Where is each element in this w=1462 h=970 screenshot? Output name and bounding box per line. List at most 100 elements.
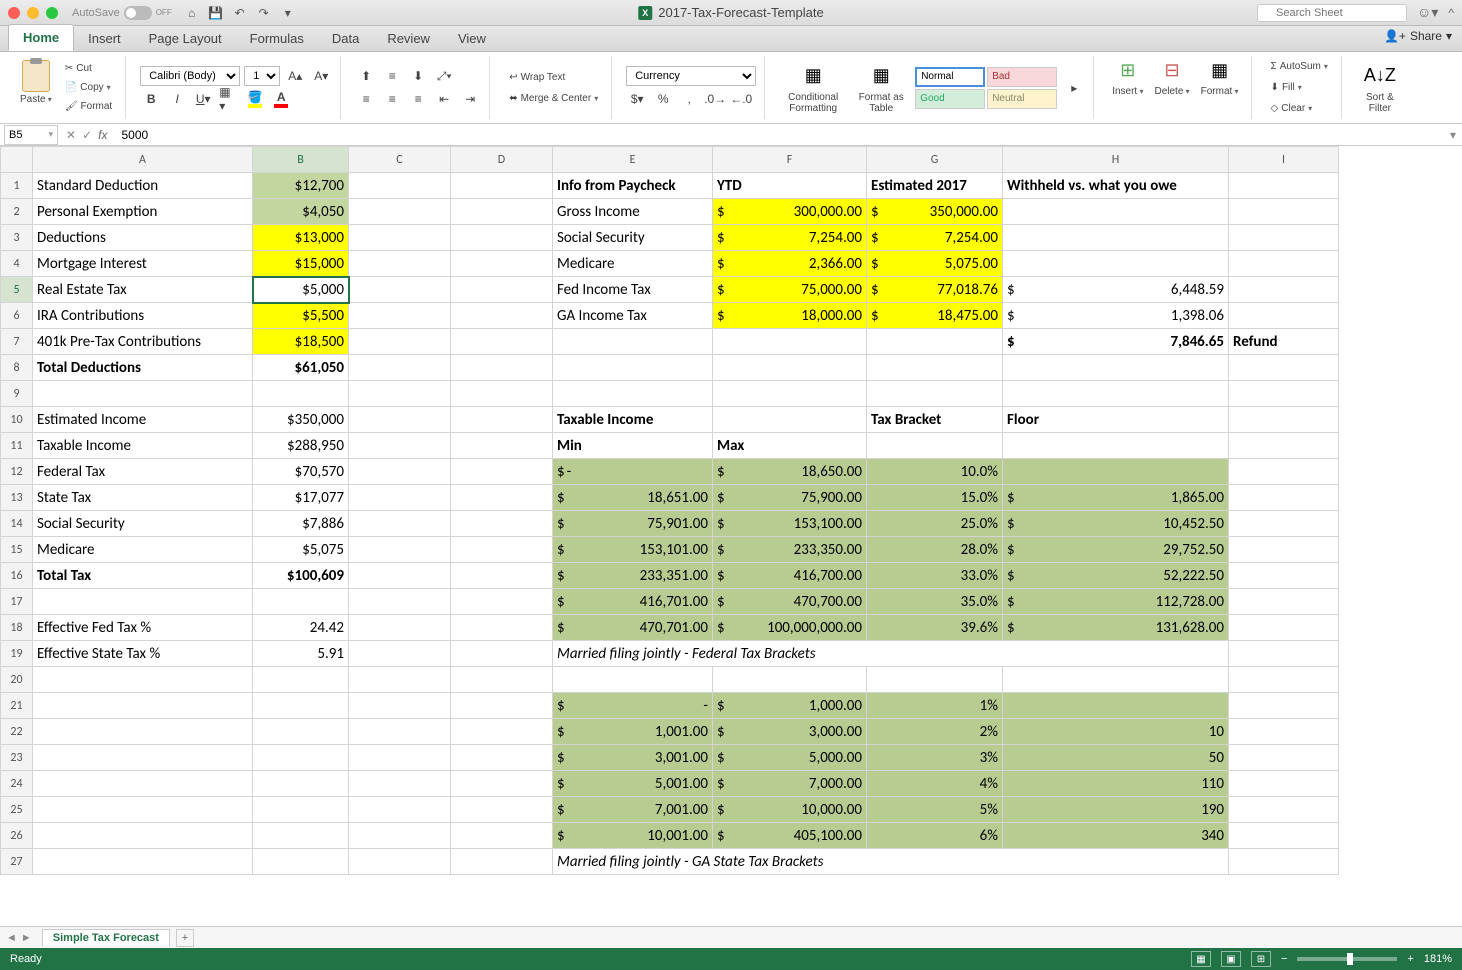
- paste-button[interactable]: Paste: [16, 60, 56, 116]
- row-header-15[interactable]: 15: [1, 537, 33, 563]
- cell-B18[interactable]: 24.42: [253, 615, 349, 641]
- cell-D13[interactable]: [451, 485, 553, 511]
- cell-A14[interactable]: Social Security: [33, 511, 253, 537]
- cell-A20[interactable]: [33, 667, 253, 693]
- cell-F2[interactable]: 300,000.00: [713, 199, 867, 225]
- cell-C17[interactable]: [349, 589, 451, 615]
- row-header-6[interactable]: 6: [1, 303, 33, 329]
- cell-A26[interactable]: [33, 823, 253, 849]
- cell-H3[interactable]: [1003, 225, 1229, 251]
- col-header-E[interactable]: E: [553, 147, 713, 173]
- row-header-13[interactable]: 13: [1, 485, 33, 511]
- close-icon[interactable]: [8, 7, 20, 19]
- fill-color-icon[interactable]: 🪣: [244, 89, 266, 109]
- col-header-I[interactable]: I: [1229, 147, 1339, 173]
- cell-C26[interactable]: [349, 823, 451, 849]
- cell-A9[interactable]: [33, 381, 253, 407]
- cell-C16[interactable]: [349, 563, 451, 589]
- format-painter-button[interactable]: 🖌 Format: [60, 98, 117, 116]
- align-left-icon[interactable]: ≡: [355, 89, 377, 109]
- conditional-formatting-button[interactable]: ▦Conditional Formatting: [779, 62, 847, 114]
- cell-G26[interactable]: 6%: [867, 823, 1003, 849]
- cell-H21[interactable]: [1003, 693, 1229, 719]
- cell-B24[interactable]: [253, 771, 349, 797]
- cell-F4[interactable]: 2,366.00: [713, 251, 867, 277]
- cell-C8[interactable]: [349, 355, 451, 381]
- qat-more-icon[interactable]: ▾: [280, 5, 296, 21]
- cell-F23[interactable]: 5,000.00: [713, 745, 867, 771]
- ribbon-collapse-icon[interactable]: ^: [1448, 6, 1454, 20]
- cell-F7[interactable]: [713, 329, 867, 355]
- cell-E21[interactable]: -: [553, 693, 713, 719]
- cell-A19[interactable]: Effective State Tax %: [33, 641, 253, 667]
- cell-C15[interactable]: [349, 537, 451, 563]
- cell-I14[interactable]: [1229, 511, 1339, 537]
- increase-decimal-icon[interactable]: .0→: [704, 89, 726, 109]
- cell-F12[interactable]: 18,650.00: [713, 459, 867, 485]
- cell-E23[interactable]: 3,001.00: [553, 745, 713, 771]
- font-color-icon[interactable]: A: [270, 89, 292, 109]
- cell-I22[interactable]: [1229, 719, 1339, 745]
- row-header-7[interactable]: 7: [1, 329, 33, 355]
- cell-C25[interactable]: [349, 797, 451, 823]
- style-bad[interactable]: Bad: [987, 67, 1057, 87]
- cell-E12[interactable]: -: [553, 459, 713, 485]
- row-header-12[interactable]: 12: [1, 459, 33, 485]
- cell-F25[interactable]: 10,000.00: [713, 797, 867, 823]
- cell-H26[interactable]: 340: [1003, 823, 1229, 849]
- zoom-slider[interactable]: [1297, 957, 1397, 961]
- cell-E2[interactable]: Gross Income: [553, 199, 713, 225]
- percent-format-icon[interactable]: %: [652, 89, 674, 109]
- cell-F17[interactable]: 470,700.00: [713, 589, 867, 615]
- decrease-indent-icon[interactable]: ⇤: [433, 89, 455, 109]
- redo-icon[interactable]: ↷: [256, 5, 272, 21]
- merge-center-button[interactable]: ⬌ Merge & Center: [504, 89, 603, 107]
- cell-E14[interactable]: 75,901.00: [553, 511, 713, 537]
- cell-I13[interactable]: [1229, 485, 1339, 511]
- minimize-icon[interactable]: [27, 7, 39, 19]
- underline-icon[interactable]: U ▾: [192, 89, 214, 109]
- row-header-8[interactable]: 8: [1, 355, 33, 381]
- align-right-icon[interactable]: ≡: [407, 89, 429, 109]
- cell-C21[interactable]: [349, 693, 451, 719]
- cell-H17[interactable]: 112,728.00: [1003, 589, 1229, 615]
- cell-A18[interactable]: Effective Fed Tax %: [33, 615, 253, 641]
- cell-B13[interactable]: $17,077: [253, 485, 349, 511]
- cell-B17[interactable]: [253, 589, 349, 615]
- cell-F21[interactable]: 1,000.00: [713, 693, 867, 719]
- cell-C2[interactable]: [349, 199, 451, 225]
- worksheet-area[interactable]: ABCDEFGHI1Standard Deduction$12,700Info …: [0, 146, 1462, 926]
- decrease-decimal-icon[interactable]: ←.0: [730, 89, 752, 109]
- spreadsheet-grid[interactable]: ABCDEFGHI1Standard Deduction$12,700Info …: [0, 146, 1339, 875]
- cell-I12[interactable]: [1229, 459, 1339, 485]
- cell-E15[interactable]: 153,101.00: [553, 537, 713, 563]
- zoom-level[interactable]: 181%: [1424, 953, 1452, 965]
- cell-G12[interactable]: 10.0%: [867, 459, 1003, 485]
- cell-H4[interactable]: [1003, 251, 1229, 277]
- row-header-25[interactable]: 25: [1, 797, 33, 823]
- cell-D19[interactable]: [451, 641, 553, 667]
- formula-input[interactable]: [115, 128, 1444, 142]
- cell-B10[interactable]: $350,000: [253, 407, 349, 433]
- cell-C12[interactable]: [349, 459, 451, 485]
- cell-B27[interactable]: [253, 849, 349, 875]
- cell-H18[interactable]: 131,628.00: [1003, 615, 1229, 641]
- cell-D25[interactable]: [451, 797, 553, 823]
- cell-C9[interactable]: [349, 381, 451, 407]
- cell-D23[interactable]: [451, 745, 553, 771]
- cell-A6[interactable]: IRA Contributions: [33, 303, 253, 329]
- tab-formulas[interactable]: Formulas: [236, 26, 318, 51]
- row-header-10[interactable]: 10: [1, 407, 33, 433]
- switch-icon[interactable]: [124, 6, 152, 20]
- fill-button[interactable]: ⬇ Fill: [1266, 79, 1333, 97]
- cell-G20[interactable]: [867, 667, 1003, 693]
- cell-I5[interactable]: [1229, 277, 1339, 303]
- cell-C6[interactable]: [349, 303, 451, 329]
- cell-E6[interactable]: GA Income Tax: [553, 303, 713, 329]
- cell-C10[interactable]: [349, 407, 451, 433]
- cell-C23[interactable]: [349, 745, 451, 771]
- cell-C19[interactable]: [349, 641, 451, 667]
- cell-G5[interactable]: 77,018.76: [867, 277, 1003, 303]
- cell-D20[interactable]: [451, 667, 553, 693]
- row-header-11[interactable]: 11: [1, 433, 33, 459]
